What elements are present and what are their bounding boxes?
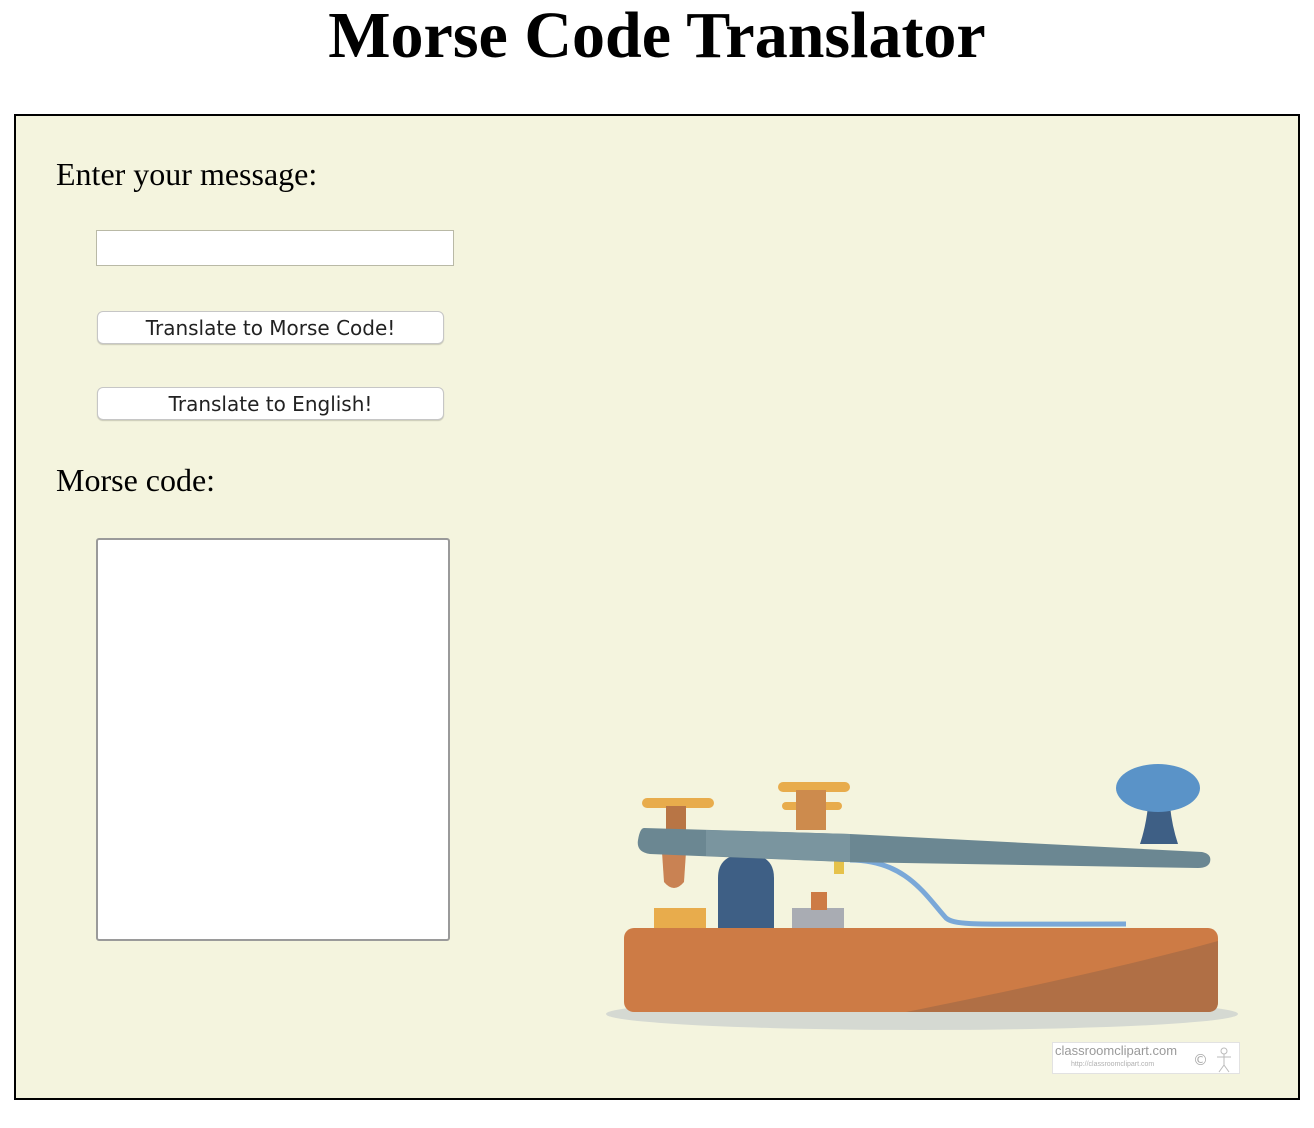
copyright-icon: © — [1193, 1051, 1208, 1069]
morse-code-label: Morse code: — [56, 462, 216, 498]
knob-cap — [1116, 764, 1200, 812]
watermark: classroomclipart.com http://classroomcli… — [1052, 1042, 1240, 1074]
message-label: Enter your message: — [56, 156, 318, 192]
page-title: Morse Code Translator — [328, 0, 986, 72]
morse-code-output[interactable] — [96, 538, 450, 941]
gray-terminal — [792, 908, 844, 928]
translate-to-english-button[interactable]: Translate to English! — [97, 387, 444, 420]
translator-panel: Enter your message: Translate to Morse C… — [14, 114, 1300, 1100]
translate-to-morse-button[interactable]: Translate to Morse Code! — [97, 311, 444, 344]
message-input[interactable] — [96, 230, 454, 266]
wire — [849, 857, 1127, 927]
telegraph-key-illustration — [606, 764, 1238, 1030]
contact-post — [718, 854, 774, 928]
gray-terminal-top — [811, 892, 827, 910]
figure-icon — [1217, 1047, 1231, 1073]
watermark-text: classroomclipart.com — [1055, 1043, 1178, 1058]
left-terminal — [654, 908, 706, 928]
left-screw-tip — [662, 852, 686, 888]
lever-highlight — [706, 830, 850, 862]
middle-screw-body — [796, 790, 826, 830]
watermark-subtext: http://classroomclipart.com — [1071, 1061, 1155, 1068]
